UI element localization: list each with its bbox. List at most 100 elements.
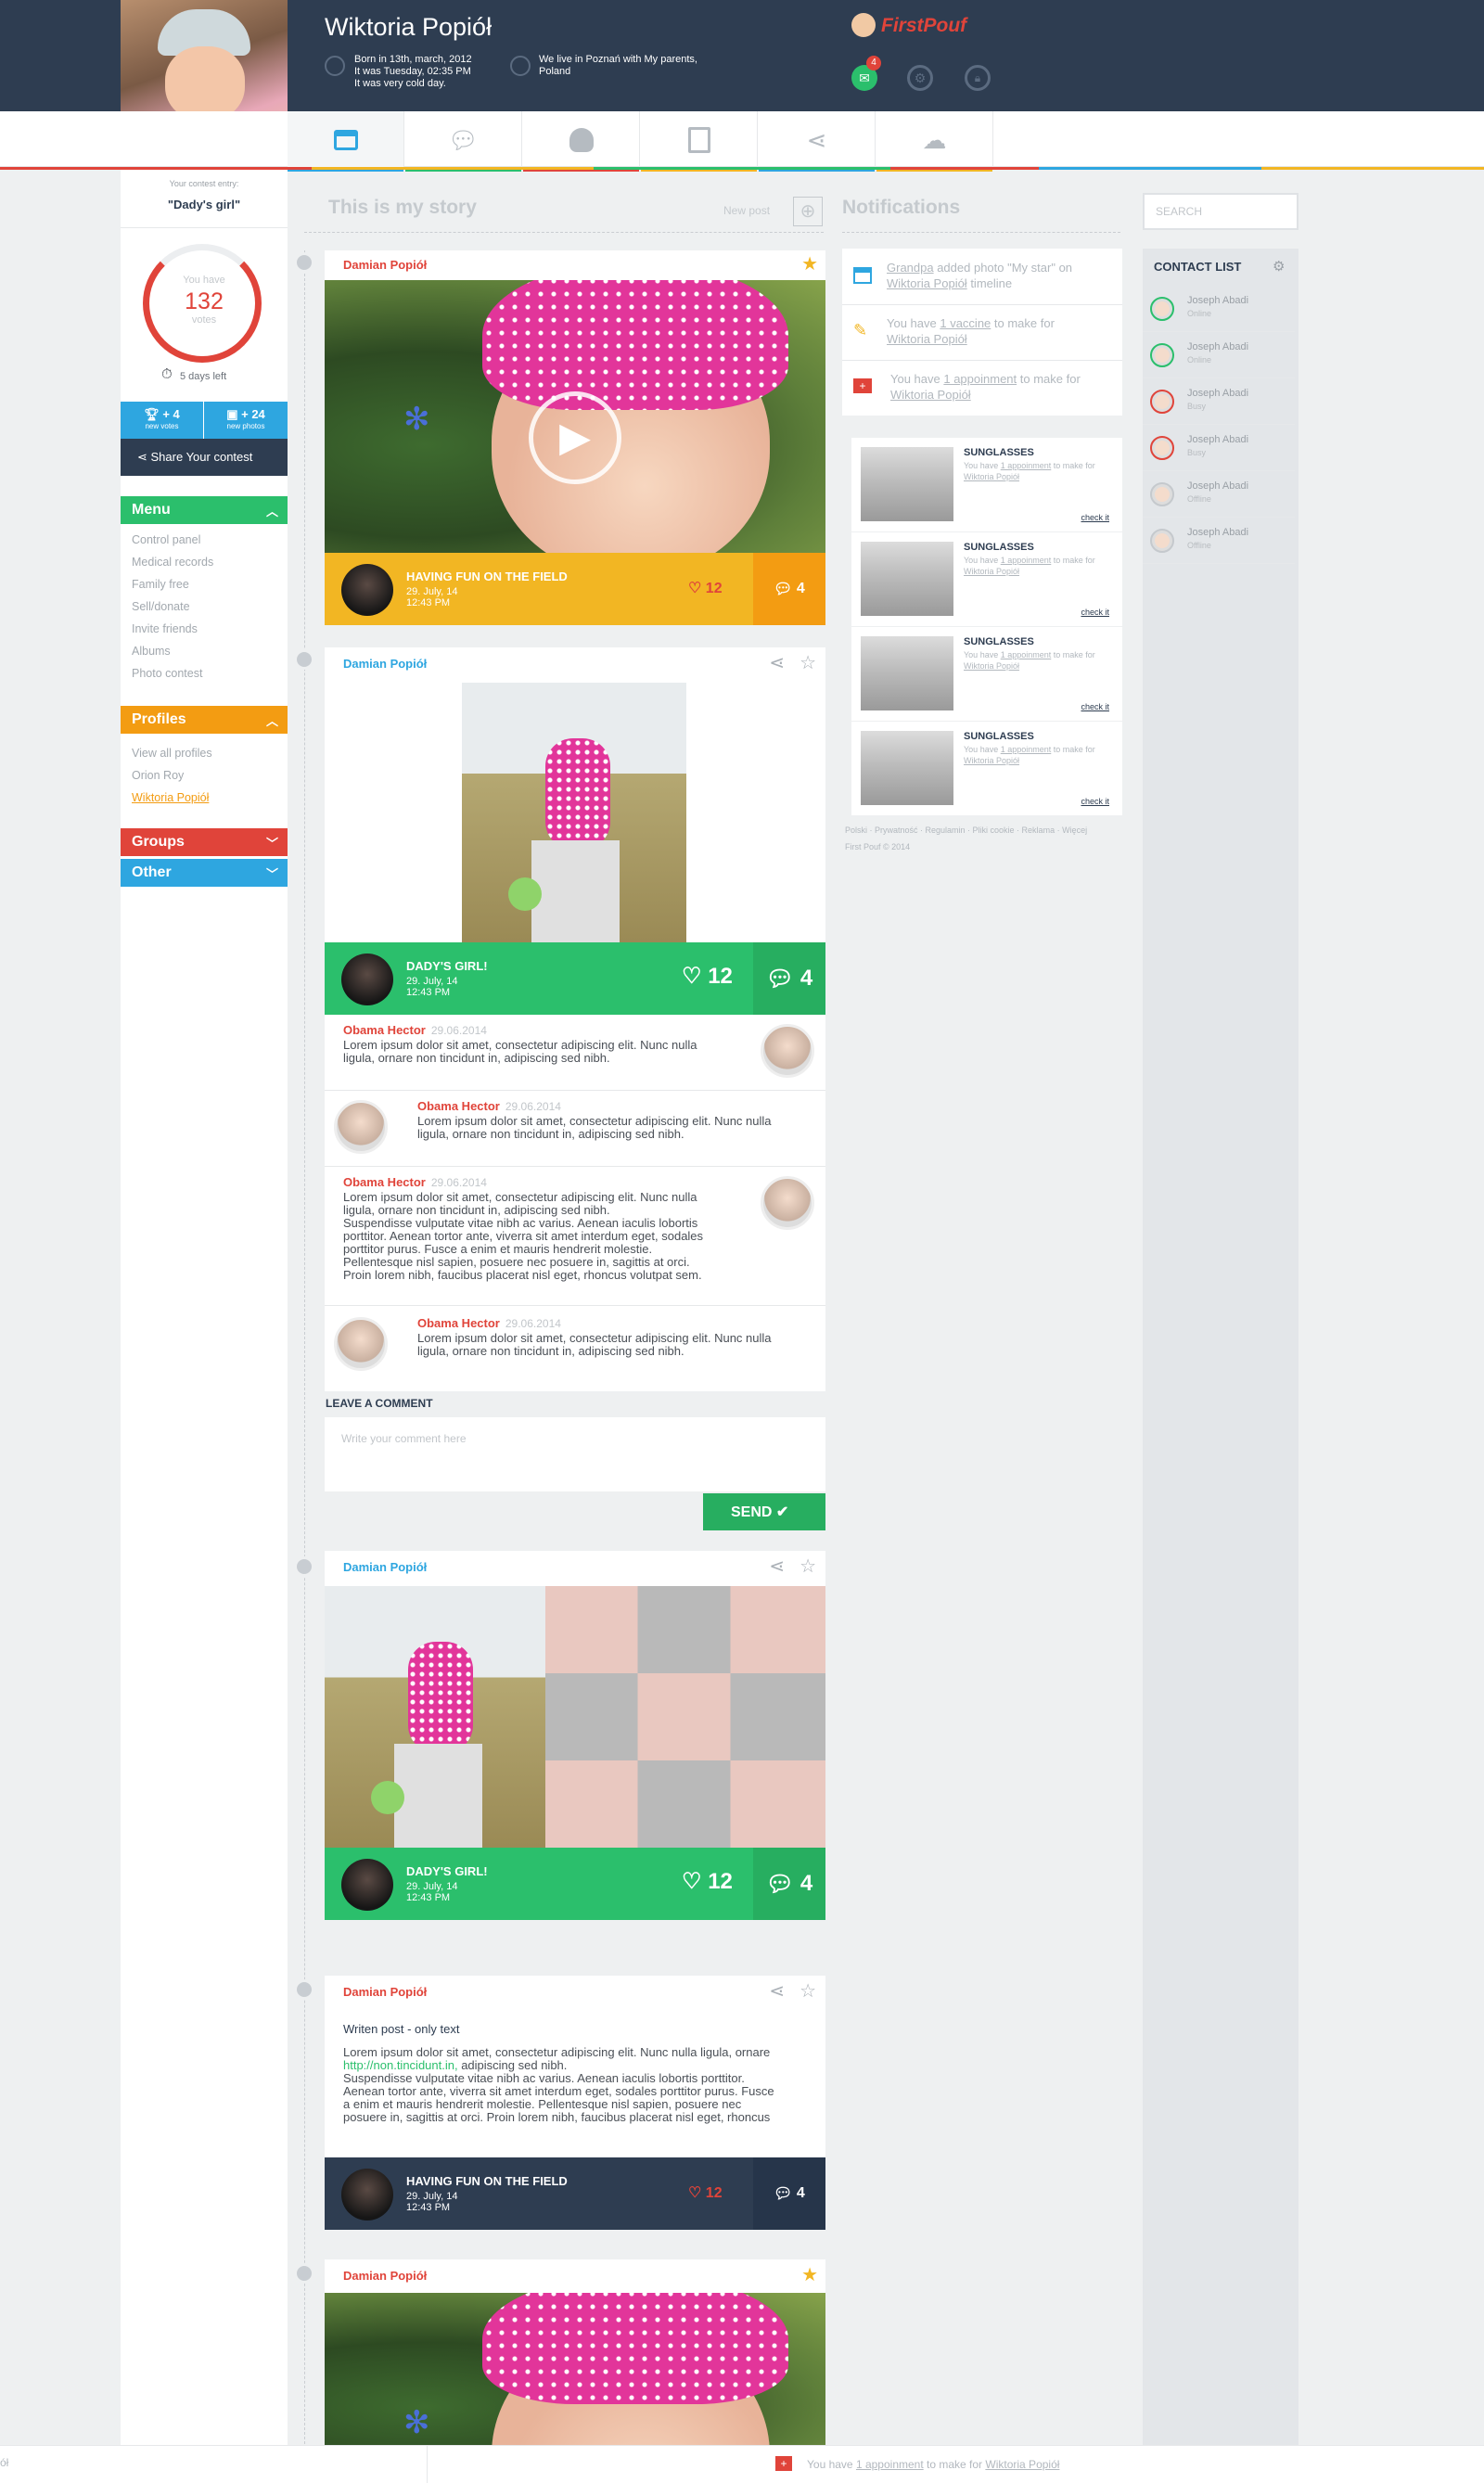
like-button[interactable]: ♡ 12 [688, 579, 723, 597]
share-contest-button[interactable]: ⋖ Share Your contest [121, 439, 288, 476]
menu-item-control-panel[interactable]: Control panel [132, 533, 200, 546]
gear-icon[interactable]: ⚙ [1273, 258, 1285, 275]
search-input[interactable]: SEARCH [1143, 193, 1298, 230]
avatar[interactable] [334, 1100, 388, 1154]
profile-item-view-all[interactable]: View all profiles [132, 747, 212, 760]
notification-item[interactable]: You have 1 appoinment to make for Wiktori… [890, 371, 1081, 403]
notification-item[interactable]: You have 1 vaccine to make for Wiktoria P… [887, 315, 1055, 347]
comment-author[interactable]: Obama Hector [343, 1023, 426, 1037]
comment-author[interactable]: Obama Hector [417, 1316, 500, 1330]
face-shape [165, 46, 245, 121]
menu-item-medical-records[interactable]: Medical records [132, 556, 213, 569]
other-header[interactable]: Other ﹀ [121, 859, 288, 887]
check-it-link[interactable]: check it [1081, 513, 1109, 522]
menu-item-sell-donate[interactable]: Sell/donate [132, 600, 190, 613]
votes-label: votes [191, 314, 217, 326]
lock-icon[interactable]: 🔒︎ [965, 65, 991, 91]
star-icon[interactable]: ☆ [800, 1555, 816, 1578]
menu-item-family-free[interactable]: Family free [132, 578, 189, 591]
avatar[interactable] [341, 1859, 393, 1911]
post-photo[interactable]: ▶ ✻ [325, 280, 825, 555]
comment-author[interactable]: Obama Hector [417, 1099, 500, 1113]
check-it-link[interactable]: check it [1081, 702, 1109, 711]
like-button[interactable]: ♡ 12 [682, 1868, 733, 1895]
contact-item[interactable]: Joseph Abadi Offline [1143, 471, 1295, 518]
like-button[interactable]: ♡ 12 [688, 2183, 723, 2202]
comment-icon: 💬︎ [774, 2186, 797, 2202]
tab-chat[interactable]: 💬︎ [405, 111, 522, 172]
avatar[interactable] [341, 954, 393, 1005]
comment-text: Lorem ipsum dolor sit amet, consectetur … [343, 1190, 704, 1282]
comment-author[interactable]: Obama Hector [343, 1175, 426, 1189]
profiles-header[interactable]: Profiles ︿ [121, 706, 288, 734]
comment-item: Obama Hector 29.06.2014 Lorem ipsum dolor… [325, 1308, 825, 1384]
notification-item[interactable]: Grandpa added photo "My star" on Wiktoria… [887, 260, 1072, 291]
post-photo[interactable] [325, 1586, 545, 1848]
timeline-dot-photo [294, 1556, 314, 1577]
avatar[interactable] [761, 1176, 814, 1230]
bottom-notification[interactable]: You have 1 appoinment to make for Wiktor… [807, 2458, 1059, 2471]
star-icon[interactable]: ★ [801, 2263, 818, 2286]
contact-item[interactable]: Joseph Abadi Busy [1143, 378, 1295, 425]
post-author[interactable]: Damian Popiół [343, 657, 427, 671]
groups-header[interactable]: Groups ﹀ [121, 828, 288, 856]
avatar[interactable] [334, 1317, 388, 1371]
post-author[interactable]: Damian Popiół [343, 258, 427, 272]
sunglasses-item[interactable]: SUNGLASSES You have 1 appoinment to make … [851, 722, 1122, 815]
post-link[interactable]: http://non.tincidunt.in, [343, 2058, 458, 2072]
tab-upload[interactable]: ☁ [876, 111, 993, 172]
profile-item-wiktoria[interactable]: Wiktoria Popiół [132, 791, 209, 804]
balloon [371, 1781, 404, 1814]
profile-item-orion-roy[interactable]: Orion Roy [132, 769, 184, 782]
avatar[interactable] [761, 1024, 814, 1078]
comment-button[interactable]: 💬︎ 4 [753, 2157, 825, 2230]
tab-timeline[interactable] [288, 111, 404, 172]
check-it-link[interactable]: check it [1081, 797, 1109, 806]
menu-item-photo-contest[interactable]: Photo contest [132, 667, 202, 680]
menu-item-albums[interactable]: Albums [132, 645, 171, 658]
post-author[interactable]: Damian Popiół [343, 2269, 427, 2283]
menu-item-invite-friends[interactable]: Invite friends [132, 622, 198, 635]
contact-item[interactable]: Joseph Abadi Online [1143, 286, 1295, 332]
star-icon[interactable]: ☆ [800, 1979, 816, 2003]
post-author[interactable]: Damian Popiół [343, 1985, 427, 1999]
send-button[interactable]: SEND ✔ [703, 1493, 825, 1530]
like-button[interactable]: ♡ 12 [682, 963, 733, 990]
avatar[interactable] [341, 564, 393, 616]
tab-share[interactable]: ⋖ [759, 111, 876, 172]
avatar[interactable] [341, 2169, 393, 2221]
post-bar: DADY'S GIRL! 29. July, 14 12:43 PM ♡ 12 … [325, 1848, 825, 1920]
logo-text[interactable]: FirstPouf [881, 15, 966, 37]
you-have-label: You have [183, 275, 225, 286]
comment-button[interactable]: 💬︎ 4 [753, 553, 825, 625]
contact-item[interactable]: Joseph Abadi Busy [1143, 425, 1295, 471]
star-icon[interactable]: ★ [801, 252, 818, 275]
tab-profile[interactable] [523, 111, 640, 172]
contact-item[interactable]: Joseph Abadi Online [1143, 332, 1295, 378]
footer-links[interactable]: Polski · Prywatność · Regulamin · Pliki … [845, 822, 1087, 855]
share-icon[interactable]: ⋖ [769, 1979, 785, 2003]
star-icon[interactable]: ☆ [800, 651, 816, 674]
baby-collage[interactable] [545, 1586, 825, 1848]
new-votes-badge[interactable]: 🏆︎ + 4 new votes [121, 402, 203, 439]
comment-button[interactable]: 💬︎ 4 [753, 1848, 825, 1920]
post-author[interactable]: Damian Popiół [343, 1560, 427, 1574]
new-post-button[interactable]: ⊕ [793, 197, 823, 226]
tab-documents[interactable] [641, 111, 758, 172]
leave-comment-label: LEAVE A COMMENT [326, 1397, 433, 1410]
post-photo[interactable] [462, 683, 686, 942]
share-icon[interactable]: ⋖ [769, 651, 785, 674]
settings-icon[interactable]: ⚙ [907, 65, 933, 91]
new-photos-badge[interactable]: ▣ + 24 new photos [204, 402, 288, 439]
share-icon[interactable]: ⋖ [769, 1555, 785, 1578]
sunglasses-item[interactable]: SUNGLASSES You have 1 appoinment to make … [851, 627, 1122, 721]
check-it-link[interactable]: check it [1081, 608, 1109, 617]
play-icon[interactable]: ▶ [529, 391, 621, 484]
sunglasses-item[interactable]: SUNGLASSES You have 1 appoinment to make … [851, 532, 1122, 626]
contact-item[interactable]: Joseph Abadi Offline [1143, 518, 1295, 564]
comment-button[interactable]: 💬︎ 4 [753, 942, 825, 1015]
post-heading: Writen post - only text [343, 2022, 460, 2036]
sunglasses-item[interactable]: SUNGLASSES You have 1 appoinment to make … [851, 438, 1122, 531]
comment-textarea[interactable]: Write your comment here [325, 1417, 825, 1491]
menu-header[interactable]: Menu ︿ [121, 496, 288, 524]
